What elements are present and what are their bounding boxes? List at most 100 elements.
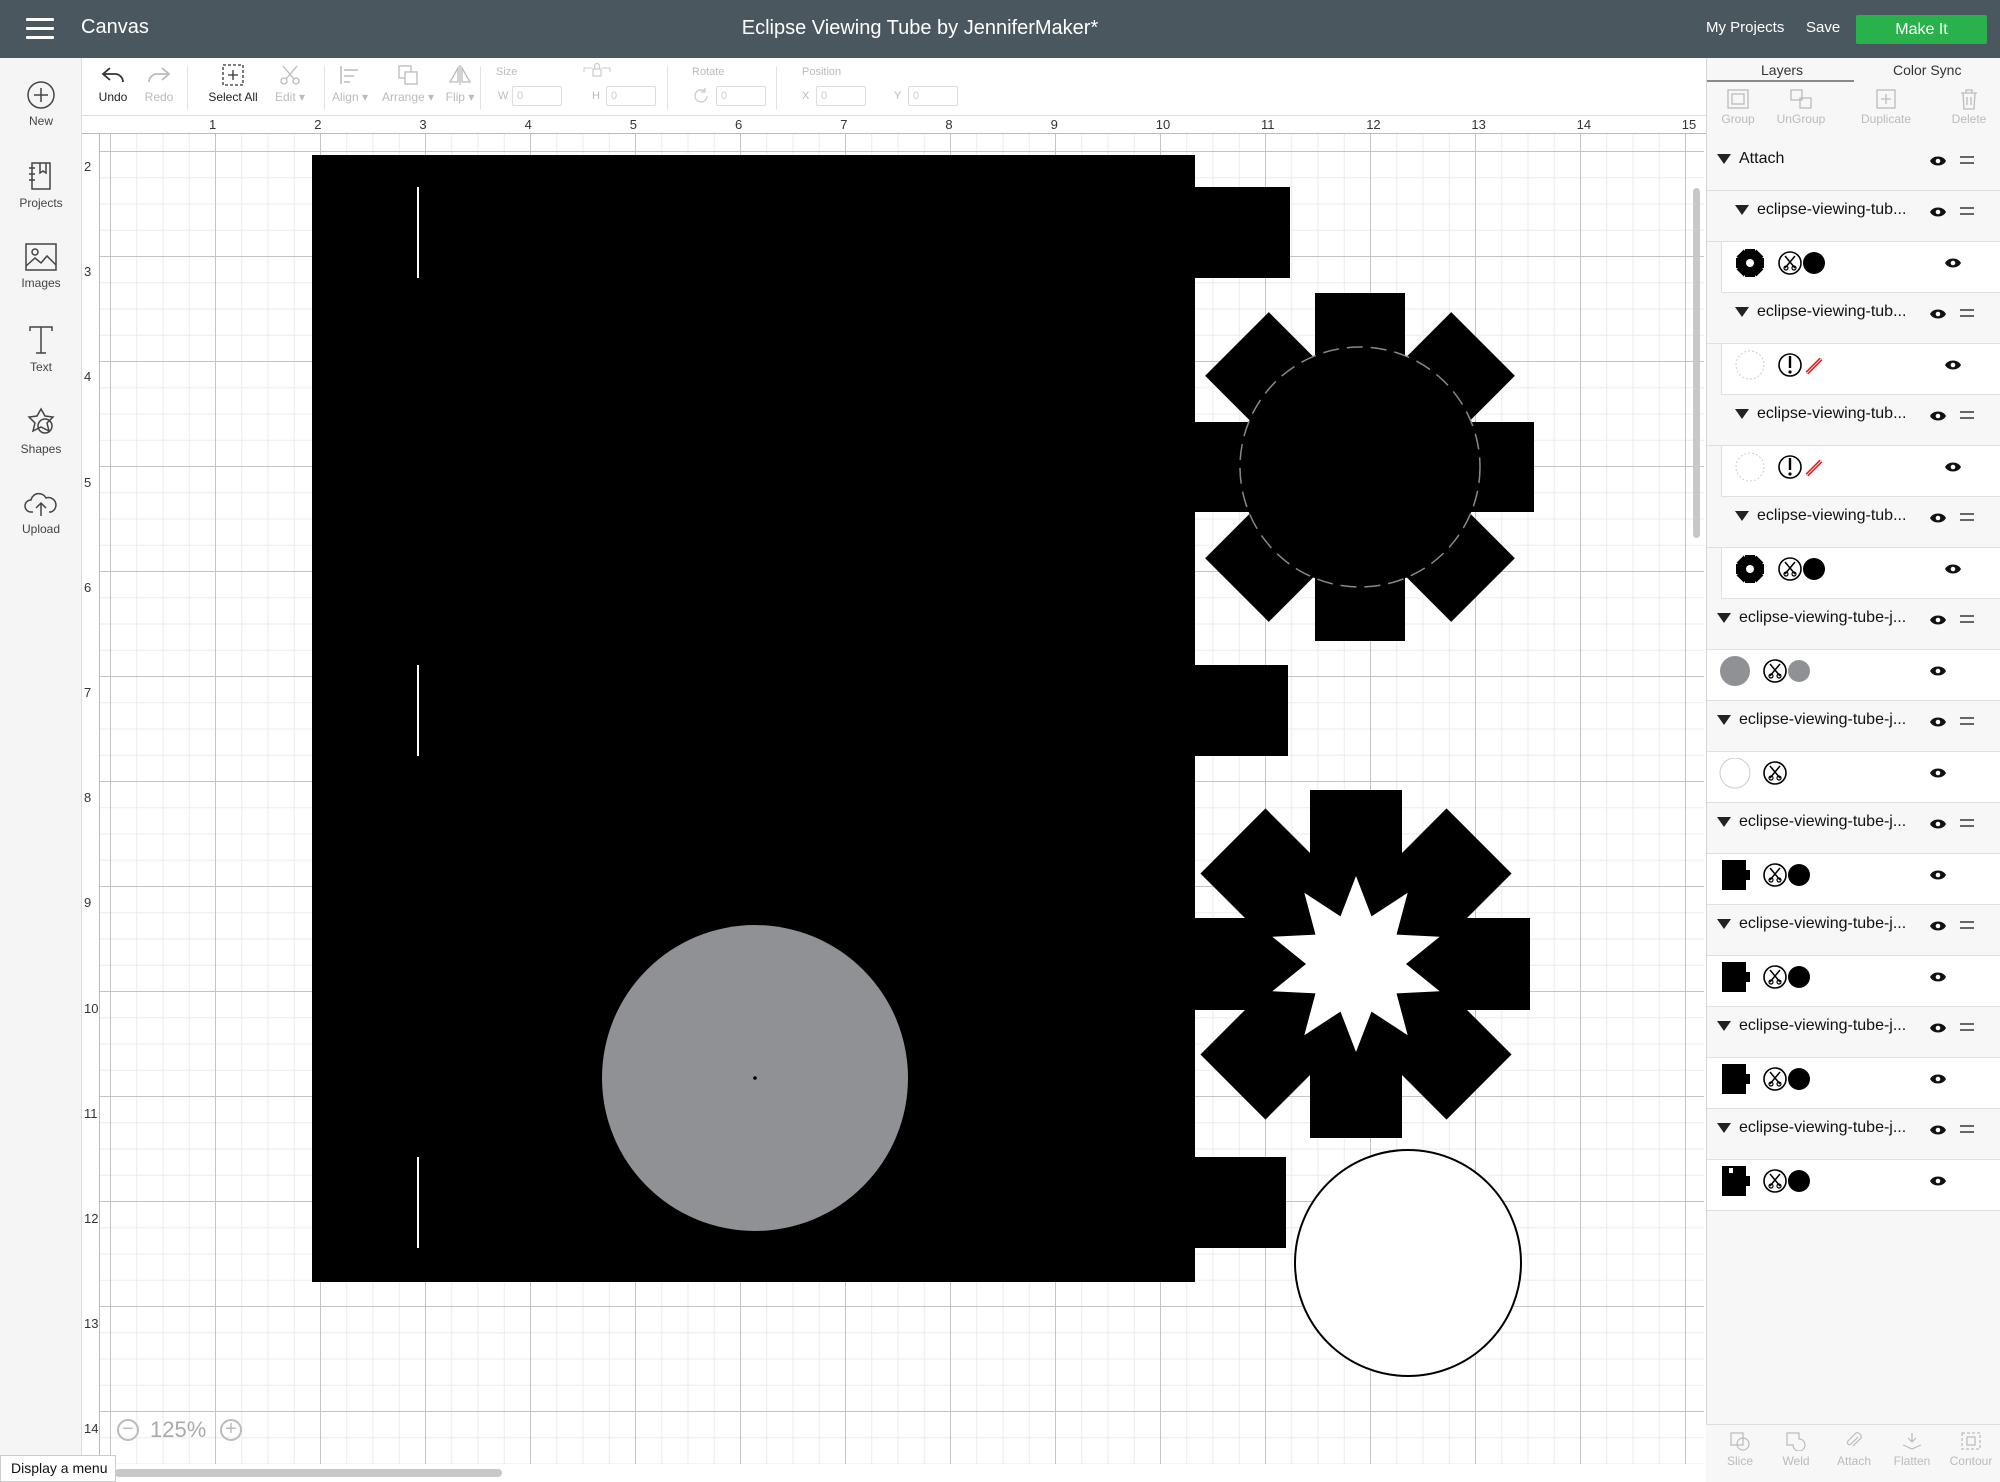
slice-button[interactable]: Slice — [1720, 1431, 1760, 1468]
vertical-scrollbar[interactable] — [1693, 188, 1700, 538]
width-input[interactable]: 0 — [512, 86, 562, 106]
drag-handle-icon[interactable] — [1960, 513, 1974, 525]
y-input[interactable]: 0 — [908, 86, 958, 106]
gear-bottom-shape[interactable] — [1182, 790, 1530, 1138]
drag-handle-icon[interactable] — [1960, 819, 1974, 831]
drag-handle-icon[interactable] — [1960, 1125, 1974, 1137]
sidebar-item-upload[interactable]: Upload — [0, 490, 82, 536]
eye-icon[interactable] — [1944, 257, 1962, 269]
save-button[interactable]: Save — [1806, 19, 1840, 36]
duplicate-button[interactable]: Duplicate — [1855, 88, 1917, 126]
my-projects-button[interactable]: My Projects — [1706, 19, 1784, 36]
collapse-triangle-icon[interactable] — [1717, 715, 1731, 725]
eye-icon[interactable] — [1929, 716, 1947, 728]
layer-swatch-row[interactable] — [1721, 548, 2000, 599]
collapse-triangle-icon[interactable] — [1717, 817, 1731, 827]
make-it-button[interactable]: Make It — [1856, 15, 1987, 44]
eye-icon[interactable] — [1929, 614, 1947, 626]
redo-button[interactable]: Redo — [138, 64, 180, 104]
sidebar-item-new[interactable]: New — [0, 80, 82, 128]
design-canvas[interactable] — [100, 134, 1704, 1464]
layer-swatch-row[interactable] — [1721, 242, 2000, 293]
collapse-triangle-icon[interactable] — [1717, 613, 1731, 623]
eye-icon[interactable] — [1944, 563, 1962, 575]
flatten-button[interactable]: Flatten — [1888, 1431, 1936, 1468]
sidebar-item-text[interactable]: Text — [0, 324, 82, 374]
drag-handle-icon[interactable] — [1960, 411, 1974, 423]
layer-swatch-row[interactable] — [1721, 446, 2000, 497]
zoom-out-button[interactable]: − — [117, 1419, 139, 1441]
layer-row[interactable]: eclipse-viewing-tube-j... — [1707, 1007, 2000, 1058]
eye-icon[interactable] — [1929, 920, 1947, 932]
collapse-triangle-icon[interactable] — [1735, 409, 1749, 419]
layer-row[interactable]: eclipse-viewing-tube-j... — [1707, 701, 2000, 752]
drag-handle-icon[interactable] — [1960, 1023, 1974, 1035]
eye-icon[interactable] — [1929, 155, 1947, 167]
horizontal-scrollbar[interactable] — [115, 1469, 502, 1477]
eye-icon[interactable] — [1944, 461, 1962, 473]
eye-icon[interactable] — [1929, 767, 1947, 779]
flip-button[interactable]: Flip ▾ — [430, 64, 490, 104]
delete-button[interactable]: Delete — [1945, 88, 1993, 126]
eye-icon[interactable] — [1929, 1073, 1947, 1085]
eye-icon[interactable] — [1929, 818, 1947, 830]
tab-color-sync[interactable]: Color Sync — [1893, 62, 1961, 78]
layer-row[interactable]: eclipse-viewing-tube-j... — [1707, 905, 2000, 956]
layer-row[interactable]: eclipse-viewing-tub... — [1707, 395, 2000, 446]
layer-row[interactable]: eclipse-viewing-tub... — [1707, 497, 2000, 548]
layer-swatch-row[interactable] — [1707, 956, 2000, 1007]
undo-button[interactable]: Undo — [92, 64, 134, 104]
drag-handle-icon[interactable] — [1960, 921, 1974, 933]
rotate-input[interactable]: 0 — [716, 86, 766, 106]
layer-swatch-row[interactable] — [1707, 650, 2000, 701]
height-input[interactable]: 0 — [606, 86, 656, 106]
collapse-triangle-icon[interactable] — [1735, 511, 1749, 521]
sidebar-item-images[interactable]: Images — [0, 242, 82, 290]
drag-handle-icon[interactable] — [1960, 717, 1974, 729]
drag-handle-icon[interactable] — [1960, 156, 1974, 168]
collapse-triangle-icon[interactable] — [1735, 205, 1749, 215]
eye-icon[interactable] — [1929, 869, 1947, 881]
collapse-triangle-icon[interactable] — [1717, 919, 1731, 929]
drag-handle-icon[interactable] — [1960, 207, 1974, 219]
layer-row[interactable]: eclipse-viewing-tube-j... — [1707, 599, 2000, 650]
zoom-in-button[interactable]: + — [220, 1419, 242, 1441]
eye-icon[interactable] — [1929, 206, 1947, 218]
layer-row[interactable]: eclipse-viewing-tube-j... — [1707, 803, 2000, 854]
attach-button[interactable]: Attach — [1832, 1431, 1876, 1468]
eye-icon[interactable] — [1929, 308, 1947, 320]
collapse-triangle-icon[interactable] — [1717, 1123, 1731, 1133]
collapse-triangle-icon[interactable] — [1717, 154, 1731, 164]
collapse-triangle-icon[interactable] — [1717, 1021, 1731, 1031]
weld-button[interactable]: Weld — [1776, 1431, 1816, 1468]
white-circle-shape[interactable] — [1294, 1149, 1522, 1377]
lock-icon[interactable] — [582, 62, 612, 84]
drag-handle-icon[interactable] — [1960, 309, 1974, 321]
eye-icon[interactable] — [1929, 971, 1947, 983]
ungroup-button[interactable]: UnGroup — [1773, 88, 1829, 126]
collapse-triangle-icon[interactable] — [1735, 307, 1749, 317]
contour-button[interactable]: Contour — [1946, 1431, 1996, 1468]
eye-icon[interactable] — [1929, 410, 1947, 422]
layer-row[interactable]: eclipse-viewing-tub... — [1707, 293, 2000, 344]
eye-icon[interactable] — [1929, 512, 1947, 524]
layer-attach-group[interactable]: Attach — [1707, 140, 2000, 191]
group-button[interactable]: Group — [1715, 88, 1761, 126]
eye-icon[interactable] — [1929, 665, 1947, 677]
eye-icon[interactable] — [1929, 1175, 1947, 1187]
layer-swatch-row[interactable] — [1707, 1058, 2000, 1109]
sidebar-item-projects[interactable]: Projects — [0, 160, 82, 210]
edit-button[interactable]: Edit ▾ — [260, 64, 320, 104]
eye-icon[interactable] — [1929, 1022, 1947, 1034]
tab-layers[interactable]: Layers — [1761, 62, 1803, 78]
layer-swatch-row[interactable] — [1707, 752, 2000, 803]
eye-icon[interactable] — [1929, 1124, 1947, 1136]
layer-swatch-row[interactable] — [1707, 854, 2000, 905]
layer-swatch-row[interactable] — [1721, 344, 2000, 395]
x-input[interactable]: 0 — [816, 86, 866, 106]
sidebar-item-shapes[interactable]: Shapes — [0, 406, 82, 456]
layer-swatch-row[interactable] — [1707, 1160, 2000, 1211]
drag-handle-icon[interactable] — [1960, 615, 1974, 627]
eye-icon[interactable] — [1944, 359, 1962, 371]
layer-row[interactable]: eclipse-viewing-tub... — [1707, 191, 2000, 242]
